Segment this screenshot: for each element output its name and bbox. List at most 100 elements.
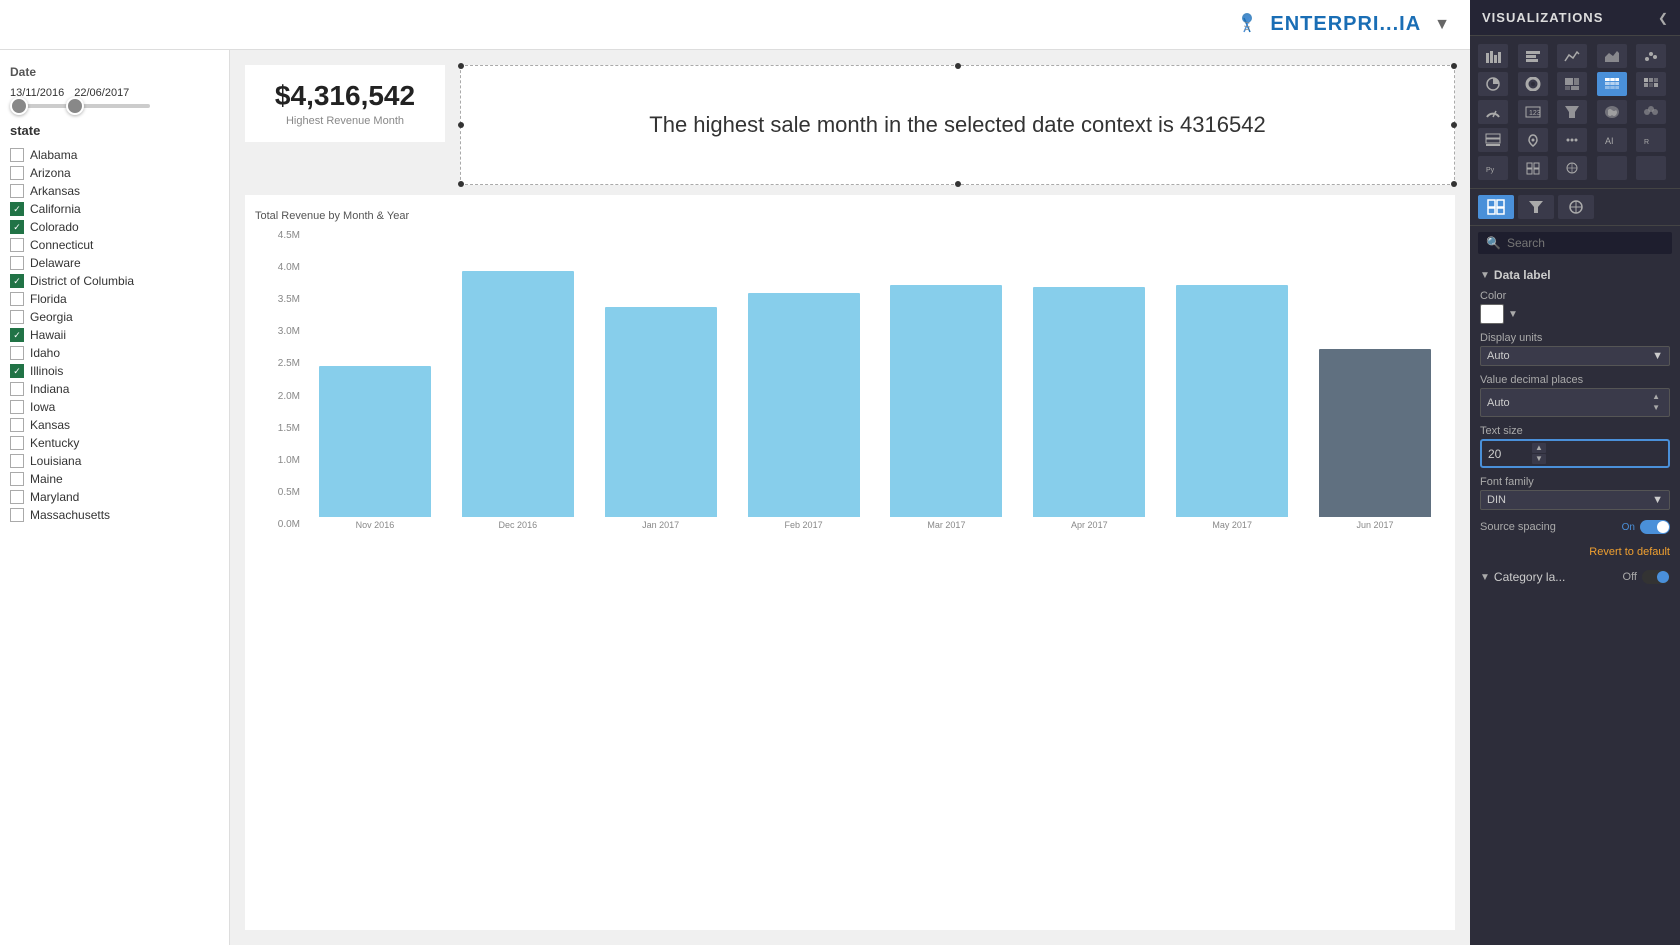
- viz-icon-gauge[interactable]: [1478, 100, 1508, 124]
- bar[interactable]: [890, 285, 1002, 517]
- viz-icon-area[interactable]: [1597, 44, 1627, 68]
- state-item[interactable]: Idaho: [10, 344, 219, 362]
- state-item[interactable]: Hawaii: [10, 326, 219, 344]
- state-item[interactable]: Illinois: [10, 362, 219, 380]
- bar-group[interactable]: Feb 2017: [734, 230, 874, 530]
- bar[interactable]: [748, 293, 860, 517]
- state-checkbox[interactable]: [10, 364, 24, 378]
- state-checkbox[interactable]: [10, 382, 24, 396]
- state-checkbox[interactable]: [10, 310, 24, 324]
- viz-icon-format[interactable]: [1518, 156, 1548, 180]
- state-checkbox[interactable]: [10, 238, 24, 252]
- text-size-stepper[interactable]: ▲ ▼: [1532, 443, 1546, 464]
- state-checkbox[interactable]: [10, 292, 24, 306]
- state-checkbox[interactable]: [10, 346, 24, 360]
- viz-icon-python[interactable]: R: [1636, 128, 1666, 152]
- bar-group[interactable]: Nov 2016: [305, 230, 445, 530]
- state-item[interactable]: Arizona: [10, 164, 219, 182]
- bar[interactable]: [319, 366, 431, 517]
- state-item[interactable]: Connecticut: [10, 236, 219, 254]
- state-item[interactable]: Iowa: [10, 398, 219, 416]
- state-item[interactable]: California: [10, 200, 219, 218]
- state-item[interactable]: Kentucky: [10, 434, 219, 452]
- color-dropdown-arrow[interactable]: ▼: [1508, 309, 1518, 320]
- bar-group[interactable]: Mar 2017: [877, 230, 1017, 530]
- state-item[interactable]: Delaware: [10, 254, 219, 272]
- viz-icon-bar[interactable]: [1478, 44, 1508, 68]
- filter-header-icon[interactable]: ▼: [1434, 16, 1450, 34]
- text-size-input[interactable]: [1488, 447, 1528, 461]
- viz-icon-scatter[interactable]: [1636, 44, 1666, 68]
- viz-icon-analytics[interactable]: [1557, 156, 1587, 180]
- state-item[interactable]: District of Columbia: [10, 272, 219, 290]
- text-size-up[interactable]: ▲: [1532, 443, 1546, 453]
- viz-icon-slicer[interactable]: [1478, 128, 1508, 152]
- state-item[interactable]: Maine: [10, 470, 219, 488]
- viz-icon-donut[interactable]: [1518, 72, 1548, 96]
- viz-icon-filled-map[interactable]: [1597, 100, 1627, 124]
- format-icon[interactable]: [1478, 195, 1514, 219]
- font-family-select[interactable]: DIN ▼: [1480, 490, 1670, 510]
- viz-expand-icon[interactable]: ❮: [1658, 11, 1668, 25]
- decimal-stepper[interactable]: ▲ ▼: [1649, 392, 1663, 413]
- state-item[interactable]: Alabama: [10, 146, 219, 164]
- viz-icon-more[interactable]: [1557, 128, 1587, 152]
- state-checkbox[interactable]: [10, 508, 24, 522]
- decimal-down[interactable]: ▼: [1649, 403, 1663, 413]
- category-toggle[interactable]: [1642, 570, 1670, 584]
- drill-icon[interactable]: [1558, 195, 1594, 219]
- viz-icon-r[interactable]: Py: [1478, 156, 1508, 180]
- state-checkbox[interactable]: [10, 148, 24, 162]
- viz-icon-treemap[interactable]: [1557, 72, 1587, 96]
- text-size-down[interactable]: ▼: [1532, 454, 1546, 464]
- viz-icon-bar2[interactable]: [1518, 44, 1548, 68]
- state-item[interactable]: Indiana: [10, 380, 219, 398]
- viz-icon-map[interactable]: [1518, 128, 1548, 152]
- bar[interactable]: [462, 271, 574, 517]
- state-checkbox[interactable]: [10, 220, 24, 234]
- bar[interactable]: [1319, 349, 1431, 517]
- state-item[interactable]: Georgia: [10, 308, 219, 326]
- slider-thumb-right[interactable]: [66, 97, 84, 115]
- viz-icon-table[interactable]: [1597, 72, 1627, 96]
- slider-track[interactable]: [10, 104, 150, 108]
- state-item[interactable]: Colorado: [10, 218, 219, 236]
- viz-icon-ai[interactable]: AI: [1597, 128, 1627, 152]
- state-item[interactable]: Florida: [10, 290, 219, 308]
- viz-icon-pie[interactable]: [1478, 72, 1508, 96]
- data-label-section-header[interactable]: ▼ Data label: [1470, 260, 1680, 286]
- viz-search[interactable]: 🔍: [1478, 232, 1672, 254]
- viz-icon-custom[interactable]: [1636, 100, 1666, 124]
- bar-group[interactable]: Apr 2017: [1019, 230, 1159, 530]
- state-checkbox[interactable]: [10, 184, 24, 198]
- color-control[interactable]: ▼: [1480, 304, 1670, 324]
- category-label-row[interactable]: ▼ Category la... Off: [1470, 564, 1680, 590]
- color-swatch[interactable]: [1480, 304, 1504, 324]
- state-item[interactable]: Massachusetts: [10, 506, 219, 524]
- viz-icon-funnel[interactable]: [1557, 100, 1587, 124]
- toggle-track[interactable]: [1640, 520, 1670, 534]
- bar-group[interactable]: Jan 2017: [591, 230, 731, 530]
- state-checkbox[interactable]: [10, 454, 24, 468]
- state-checkbox[interactable]: [10, 400, 24, 414]
- slider-thumb-left[interactable]: [10, 97, 28, 115]
- source-spacing-toggle[interactable]: On: [1622, 520, 1670, 534]
- search-input[interactable]: [1507, 236, 1664, 250]
- state-checkbox[interactable]: [10, 256, 24, 270]
- viz-icon-matrix[interactable]: [1636, 72, 1666, 96]
- bar[interactable]: [1033, 287, 1145, 517]
- state-item[interactable]: Maryland: [10, 488, 219, 506]
- state-checkbox[interactable]: [10, 436, 24, 450]
- state-checkbox[interactable]: [10, 490, 24, 504]
- bar[interactable]: [605, 307, 717, 517]
- state-checkbox[interactable]: [10, 418, 24, 432]
- state-item[interactable]: Arkansas: [10, 182, 219, 200]
- bar-group[interactable]: May 2017: [1162, 230, 1302, 530]
- viz-icon-line[interactable]: [1557, 44, 1587, 68]
- revert-button[interactable]: Revert to default: [1470, 540, 1680, 564]
- bar-group[interactable]: Dec 2016: [448, 230, 588, 530]
- bar[interactable]: [1176, 285, 1288, 517]
- state-checkbox[interactable]: [10, 274, 24, 288]
- state-checkbox[interactable]: [10, 472, 24, 486]
- state-item[interactable]: Louisiana: [10, 452, 219, 470]
